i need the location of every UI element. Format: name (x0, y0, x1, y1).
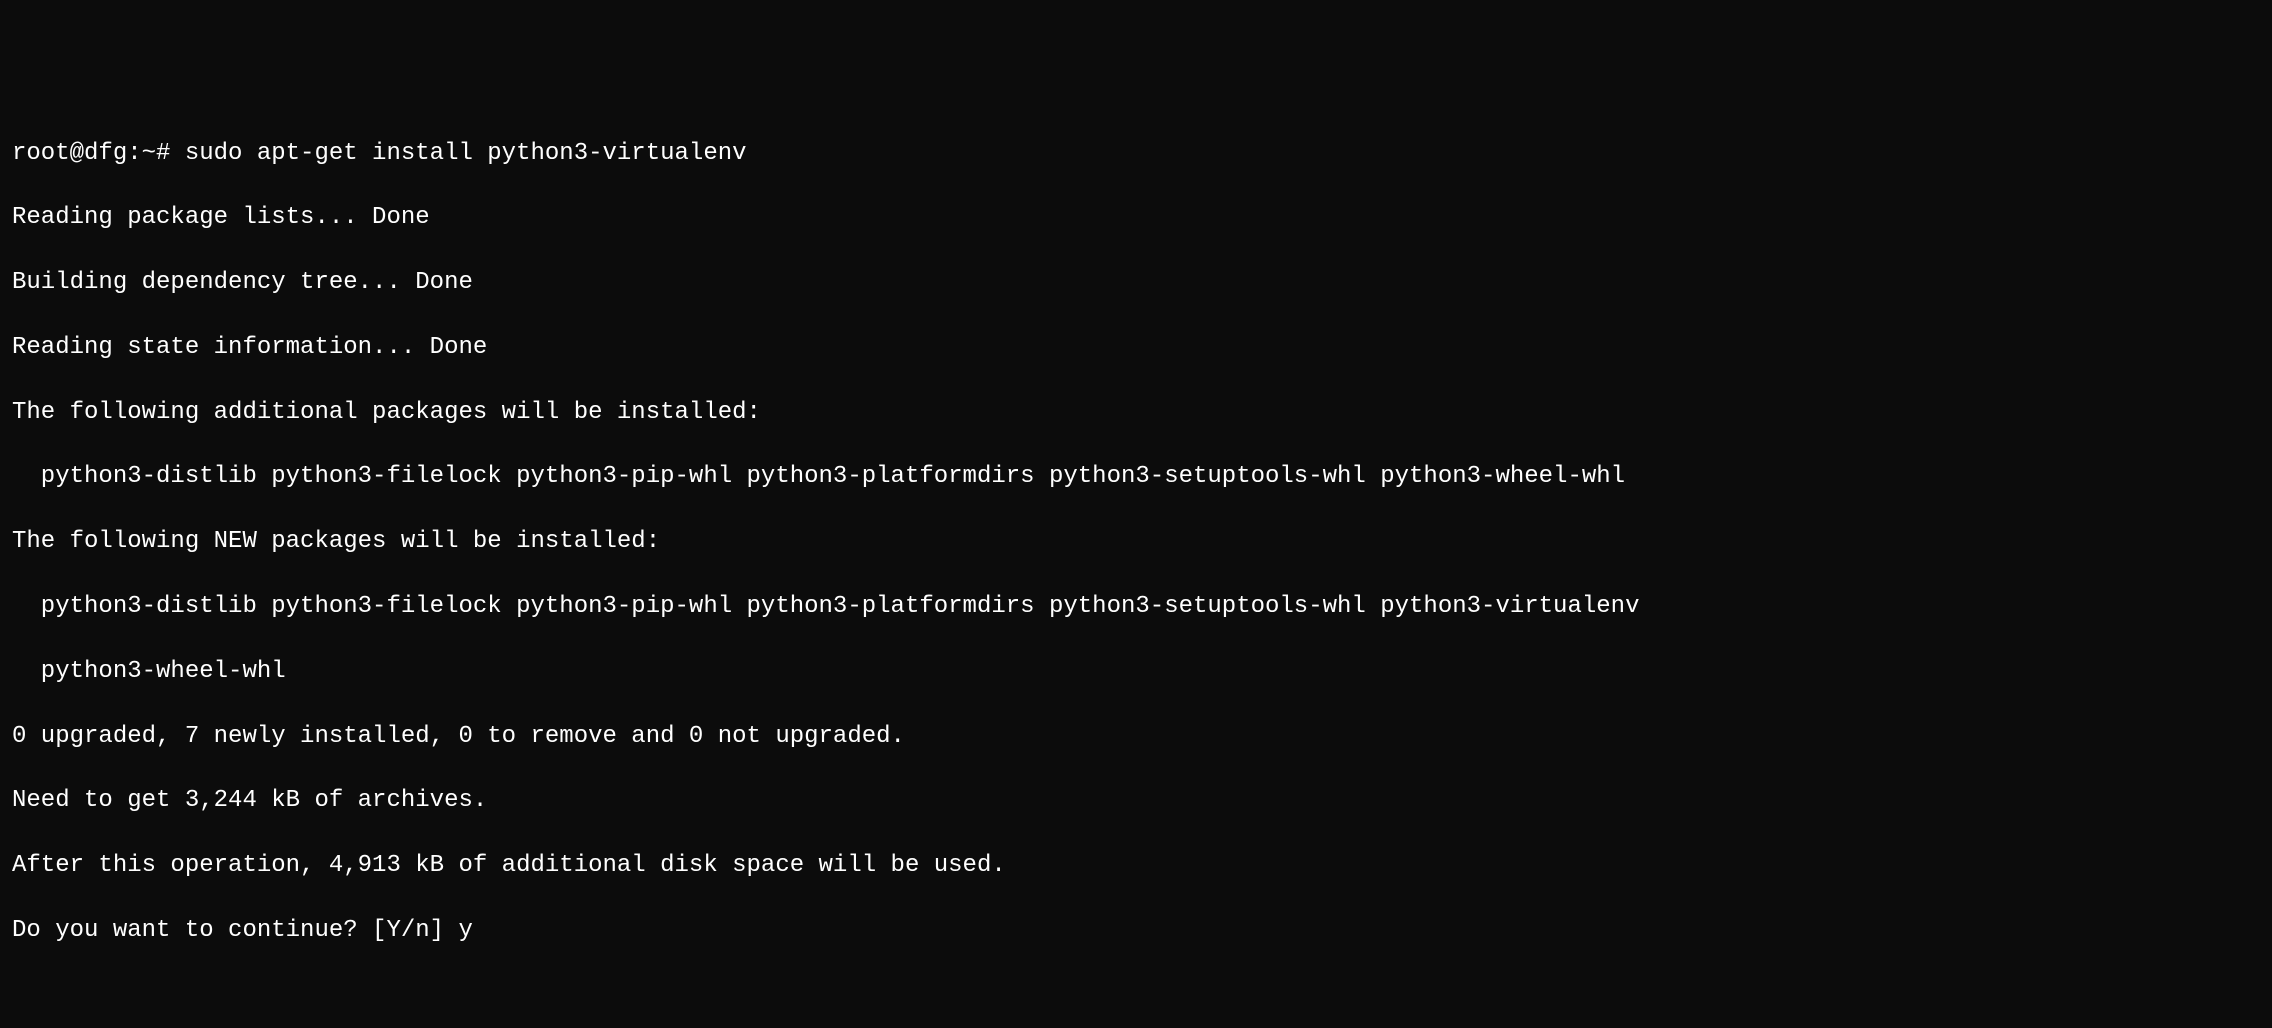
continue-input[interactable]: y (458, 917, 472, 944)
output-new-packages-2: python3-wheel-whl (12, 656, 2260, 688)
command-line: root@dfg:~# sudo apt-get install python3… (12, 138, 2260, 170)
output-reading-state: Reading state information... Done (12, 332, 2260, 364)
output-reading-packages: Reading package lists... Done (12, 202, 2260, 234)
output-upgrade-summary: 0 upgraded, 7 newly installed, 0 to remo… (12, 721, 2260, 753)
output-after-operation: After this operation, 4,913 kB of additi… (12, 850, 2260, 882)
output-new-header: The following NEW packages will be insta… (12, 526, 2260, 558)
shell-prompt: root@dfg:~# (12, 140, 185, 167)
output-additional-packages: python3-distlib python3-filelock python3… (12, 461, 2260, 493)
continue-prompt-text: Do you want to continue? [Y/n] (12, 917, 458, 944)
output-building-dependency: Building dependency tree... Done (12, 267, 2260, 299)
output-additional-header: The following additional packages will b… (12, 397, 2260, 429)
continue-prompt-line: Do you want to continue? [Y/n] y (12, 915, 2260, 947)
output-need-get: Need to get 3,244 kB of archives. (12, 785, 2260, 817)
typed-command: sudo apt-get install python3-virtualenv (185, 140, 747, 167)
output-new-packages-1: python3-distlib python3-filelock python3… (12, 591, 2260, 623)
